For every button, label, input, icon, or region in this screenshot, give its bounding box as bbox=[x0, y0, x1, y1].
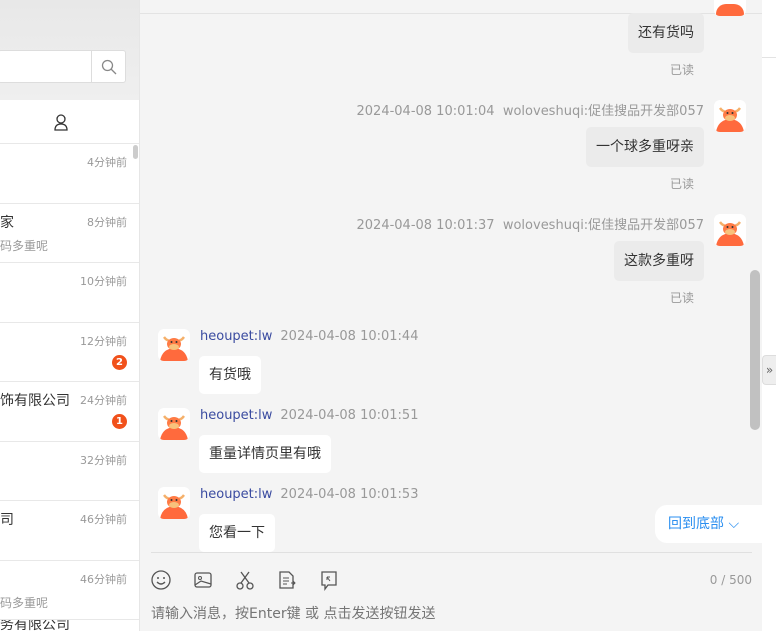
conversation-time: 4分钟前 bbox=[87, 156, 127, 169]
message-time: 2024-04-08 10:01:04 bbox=[356, 104, 495, 119]
char-count: 0 / 500 bbox=[709, 573, 752, 587]
conversation-item[interactable]: 司 46分钟前 bbox=[0, 501, 139, 561]
chat-scrollbar[interactable] bbox=[750, 270, 760, 430]
search-icon bbox=[101, 59, 116, 74]
sidebar-header bbox=[0, 0, 139, 100]
conversation-time: 10分钟前 bbox=[80, 275, 127, 288]
input-toolbar bbox=[150, 569, 340, 591]
conversation-name: 家 bbox=[0, 214, 14, 231]
conversation-sidebar: 4分钟前家 码多重呢 8分钟前 10分钟前 12分钟前 2 饰有限公司 24分钟前 1… bbox=[0, 0, 140, 631]
message-time: 2024-04-08 10:01:53 bbox=[280, 487, 419, 502]
back-to-bottom-button[interactable]: 回到底部 ⌵ bbox=[655, 505, 762, 543]
input-divider bbox=[151, 552, 752, 553]
chevron-down-icon: ⌵ bbox=[728, 516, 740, 532]
avatar[interactable] bbox=[158, 329, 190, 361]
message-meta: heoupet:lw 2024-04-08 10:01:53 bbox=[200, 487, 418, 502]
conversation-preview: 码多重呢 bbox=[0, 595, 49, 610]
user-icon[interactable] bbox=[53, 113, 69, 131]
conversation-time: 46分钟前 bbox=[80, 572, 127, 586]
search-input[interactable] bbox=[0, 51, 89, 80]
unread-badge: 1 bbox=[112, 414, 127, 429]
message-time: 2024-04-08 10:01:51 bbox=[280, 408, 419, 423]
contacts-tab-row bbox=[0, 100, 139, 144]
conversation-item[interactable]: 12分钟前 2 bbox=[0, 323, 139, 382]
conversation-time: 32分钟前 bbox=[80, 453, 127, 467]
message-sender: woloveshuqi:促佳搜品开发部057 bbox=[502, 104, 704, 119]
unread-badge: 2 bbox=[112, 354, 127, 370]
conversation-name: 司 bbox=[0, 512, 14, 528]
message-time: 2024-04-08 10:01:44 bbox=[280, 329, 419, 344]
collapse-toggle[interactable]: » bbox=[762, 355, 776, 385]
back-to-bottom-label: 回到底部 bbox=[668, 516, 724, 532]
conversation-time: 12分钟前 bbox=[80, 334, 127, 348]
message-bubble: 重量详情页里有哦 bbox=[199, 435, 331, 473]
sidebar-scrollbar[interactable] bbox=[133, 145, 138, 159]
avatar[interactable] bbox=[158, 487, 190, 519]
avatar bbox=[714, 0, 746, 16]
quick-reply-icon[interactable] bbox=[318, 569, 340, 591]
double-chevron-right-icon: » bbox=[765, 363, 774, 377]
conversation-item[interactable]: 32分钟前 bbox=[0, 442, 139, 501]
conversation-item[interactable]: 码多重呢 46分钟前 bbox=[0, 561, 139, 620]
conversation-name: 务有限公司 bbox=[0, 620, 70, 631]
message-sender: woloveshuqi:促佳搜品开发部057 bbox=[502, 218, 704, 233]
emoji-icon[interactable] bbox=[150, 569, 172, 591]
conversation-time: 8分钟前 bbox=[87, 215, 127, 229]
conversation-name: 饰有限公司 bbox=[0, 393, 70, 409]
conversation-item[interactable]: 务有限公司 bbox=[0, 620, 139, 631]
conversation-item[interactable]: 4分钟前 bbox=[0, 144, 139, 204]
message-bubble: 您看一下 bbox=[199, 514, 275, 552]
conversation-preview: 码多重呢 bbox=[0, 238, 49, 253]
avatar[interactable] bbox=[714, 214, 746, 246]
conversation-item[interactable]: 饰有限公司 24分钟前 1 bbox=[0, 382, 139, 442]
read-status: 已读 bbox=[669, 177, 694, 191]
scissors-icon[interactable] bbox=[234, 569, 256, 591]
right-panel bbox=[762, 0, 776, 631]
avatar[interactable] bbox=[158, 408, 190, 440]
conversation-time: 46分钟前 bbox=[80, 513, 127, 526]
read-status: 已读 bbox=[669, 291, 694, 305]
message-bubble: 有货哦 bbox=[199, 356, 261, 394]
chat-panel: 还有货吗已读 2024-04-08 10:01:04 woloveshuqi:促佳… bbox=[140, 0, 762, 631]
document-icon[interactable] bbox=[276, 569, 298, 591]
message-bubble: 一个球多重呀亲 bbox=[586, 127, 704, 167]
avatar[interactable] bbox=[714, 100, 746, 132]
message-meta: heoupet:lw 2024-04-08 10:01:44 bbox=[200, 329, 418, 344]
message-time: 2024-04-08 10:01:37 bbox=[356, 218, 495, 233]
message-sender: heoupet:lw bbox=[200, 408, 273, 423]
conversation-item[interactable]: 10分钟前 bbox=[0, 263, 139, 323]
message-input[interactable] bbox=[151, 604, 741, 624]
message-bubble: 这款多重呀 bbox=[614, 241, 704, 281]
conversation-time: 24分钟前 bbox=[80, 394, 127, 407]
message-sender: heoupet:lw bbox=[200, 487, 273, 502]
message-bubble: 还有货吗 bbox=[628, 13, 704, 53]
search-button[interactable] bbox=[91, 51, 125, 82]
conversation-item[interactable]: 家 码多重呢 8分钟前 bbox=[0, 204, 139, 263]
message-sender: heoupet:lw bbox=[200, 329, 273, 344]
image-icon[interactable] bbox=[192, 569, 214, 591]
read-status: 已读 bbox=[669, 63, 694, 77]
message-meta: 2024-04-08 10:01:04 woloveshuqi:促佳搜品开发部0… bbox=[357, 100, 705, 119]
message-meta: heoupet:lw 2024-04-08 10:01:51 bbox=[200, 408, 418, 423]
search-box bbox=[0, 50, 126, 83]
message-meta: 2024-04-08 10:01:37 woloveshuqi:促佳搜品开发部0… bbox=[357, 214, 705, 233]
